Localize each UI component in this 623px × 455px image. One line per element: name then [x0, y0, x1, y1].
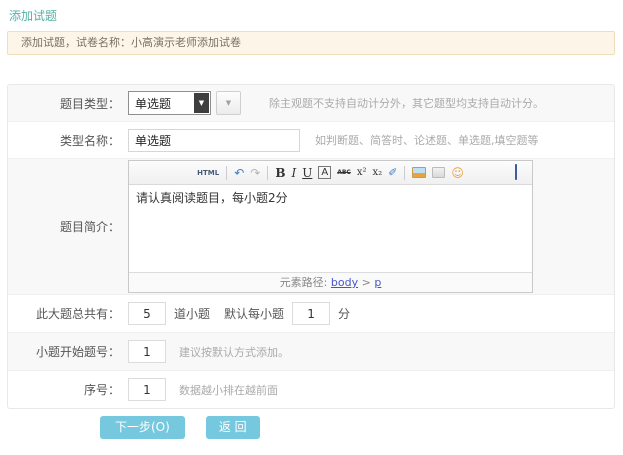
- order-input[interactable]: [128, 378, 166, 401]
- question-type-select[interactable]: 单选题 ▼: [128, 91, 211, 115]
- intro-content-text: 请认真阅读题目，每小题2分: [136, 191, 288, 205]
- type-name-input[interactable]: [128, 128, 300, 152]
- element-path-label: 元素路径:: [279, 276, 331, 289]
- subquestion-count-label: 此大题总共有：: [35, 307, 120, 321]
- back-button[interactable]: 返 回: [205, 416, 260, 439]
- toolbar-separator: [404, 165, 406, 180]
- action-buttons: 下一步(O) 返 回: [100, 416, 260, 439]
- select-arrow-icon: ▼: [194, 93, 209, 113]
- screenshot-icon[interactable]: [432, 167, 446, 178]
- row-intro: 题目简介： HTML ↶ ↷ B I U A ABC x² x₂ ✐ ☺ 请认真…: [8, 158, 614, 294]
- question-type-hint: 除主观题不支持自动计分外，其它题型均支持自动计分。: [269, 97, 544, 110]
- redo-icon[interactable]: ↷: [250, 166, 260, 180]
- subquestion-count-input[interactable]: [128, 302, 166, 325]
- default-score-input[interactable]: [292, 302, 331, 325]
- start-number-hint: 建议按默认方式添加。: [179, 345, 289, 359]
- question-type-label: 题目类型：: [59, 96, 120, 111]
- type-name-label: 类型名称：: [59, 133, 120, 148]
- start-number-input[interactable]: [128, 340, 166, 363]
- notice-text: 添加试题，试卷名称：小高演示老师添加试卷: [21, 36, 241, 49]
- strikethrough-icon[interactable]: ABC: [337, 169, 351, 176]
- element-path-body-link[interactable]: body: [331, 276, 358, 289]
- subquestion-count-unit: 道小题: [174, 307, 211, 321]
- row-order: 序号： 数据越小排在越前面: [8, 370, 614, 408]
- superscript-icon[interactable]: x²: [357, 167, 367, 178]
- element-path-separator: >: [358, 276, 375, 289]
- undo-icon[interactable]: ↶: [234, 166, 244, 180]
- element-path-p-link[interactable]: p: [374, 276, 381, 289]
- type-name-hint: 如判断题、简答时、论述题、单选题,填空题等: [315, 134, 539, 147]
- question-subtype-select-disabled[interactable]: ▼: [216, 91, 241, 115]
- order-label: 序号：: [83, 383, 120, 397]
- editor-toolbar: HTML ↶ ↷ B I U A ABC x² x₂ ✐ ☺: [129, 161, 532, 185]
- order-hint: 数据越小排在越前面: [179, 383, 278, 397]
- bold-icon[interactable]: B: [275, 166, 285, 180]
- add-question-form: 题目类型： 单选题 ▼ ▼ 除主观题不支持自动计分外，其它题型均支持自动计分。 …: [7, 84, 615, 409]
- row-question-type: 题目类型： 单选题 ▼ ▼ 除主观题不支持自动计分外，其它题型均支持自动计分。: [8, 85, 614, 121]
- notice-bar: 添加试题，试卷名称：小高演示老师添加试卷: [7, 31, 615, 55]
- row-type-name: 类型名称： 如判断题、简答时、论述题、单选题,填空题等: [8, 121, 614, 158]
- toolbar-separator: [226, 165, 228, 180]
- default-score-label: 默认每小题: [224, 307, 285, 321]
- toolbar-separator: [267, 165, 269, 180]
- page-title: 添加试题: [9, 9, 58, 23]
- default-score-unit: 分: [338, 307, 351, 321]
- fullscreen-icon[interactable]: [509, 164, 523, 180]
- intro-label: 题目简介：: [59, 220, 120, 234]
- row-start-number: 小题开始题号： 建议按默认方式添加。: [8, 332, 614, 370]
- insert-image-icon[interactable]: [412, 167, 427, 178]
- editor-content-area[interactable]: 请认真阅读题目，每小题2分: [129, 185, 532, 272]
- editor-statusbar: 元素路径: body > p: [129, 272, 532, 292]
- start-number-label: 小题开始题号：: [35, 345, 120, 359]
- row-subquestion-count: 此大题总共有： 道小题 默认每小题 分: [8, 294, 614, 332]
- rich-text-editor: HTML ↶ ↷ B I U A ABC x² x₂ ✐ ☺ 请认真阅读题目，每…: [128, 160, 533, 293]
- html-source-icon[interactable]: HTML: [197, 169, 219, 177]
- question-type-selected-value: 单选题: [135, 96, 172, 111]
- italic-icon[interactable]: I: [291, 166, 296, 180]
- underline-icon[interactable]: U: [302, 166, 312, 180]
- font-color-icon[interactable]: A: [318, 166, 332, 179]
- chevron-down-icon: ▼: [225, 99, 232, 107]
- emoticon-icon[interactable]: ☺: [451, 166, 464, 180]
- format-eraser-icon[interactable]: ✐: [388, 166, 397, 179]
- subscript-icon[interactable]: x₂: [372, 167, 382, 178]
- next-step-button[interactable]: 下一步(O): [100, 416, 185, 439]
